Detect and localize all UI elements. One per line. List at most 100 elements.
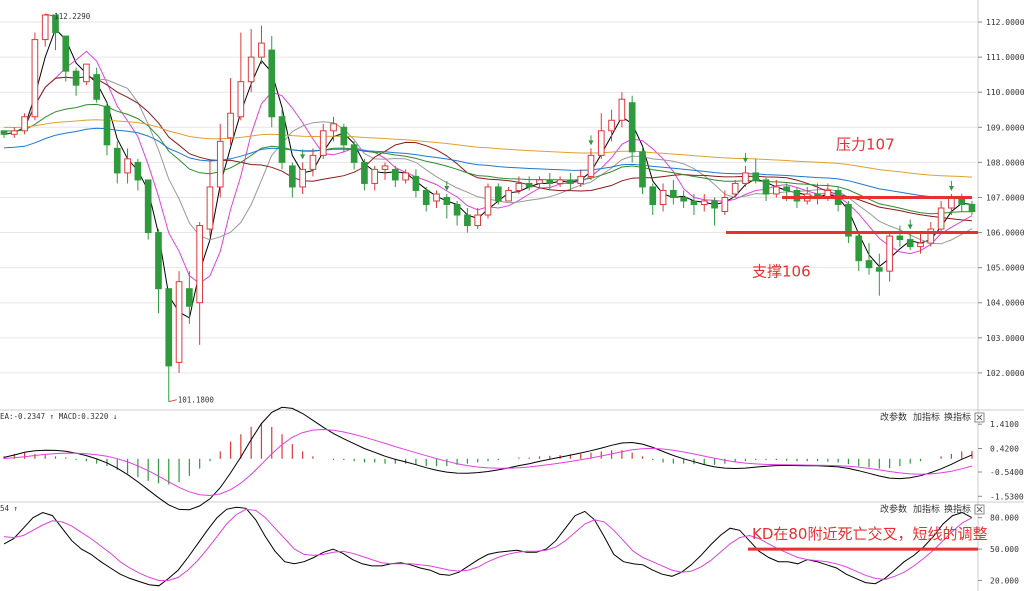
candle-body — [968, 203, 976, 213]
candle-body — [793, 189, 801, 202]
kd-d-line — [3, 508, 973, 581]
price-tick-label: 110.0000 — [986, 88, 1024, 97]
panel-frames — [0, 0, 1024, 591]
price-tick-label: 102.0000 — [986, 369, 1024, 378]
macd-edit-params-button[interactable]: 改参数 — [880, 411, 907, 423]
candle-body — [505, 189, 512, 202]
signal-arrow — [948, 185, 954, 191]
candle-body — [165, 288, 173, 367]
candle-body — [227, 112, 234, 139]
candle-body — [680, 196, 687, 202]
candle-body — [762, 179, 770, 195]
kd-switch-indicator-button[interactable]: 换指标 — [944, 503, 971, 515]
candle-body — [361, 161, 368, 184]
candle-body — [155, 232, 162, 290]
candle-body — [875, 267, 883, 272]
candle-body — [711, 200, 718, 209]
candle-body — [659, 189, 667, 205]
candle-body — [855, 235, 863, 262]
macd-dif-line — [3, 406, 973, 511]
candle-body — [319, 130, 327, 156]
moving-averages — [3, 28, 973, 319]
candle-body — [948, 196, 955, 209]
candle-body — [422, 189, 430, 205]
candle-body — [330, 123, 337, 132]
resistance-label: 压力107 — [836, 135, 895, 153]
low-pointer — [168, 399, 177, 403]
candle-body — [0, 130, 8, 135]
candle-body — [196, 225, 203, 304]
candle-body — [494, 186, 502, 202]
candle-body — [402, 172, 409, 181]
candle-body — [587, 154, 595, 177]
kd-close-icon[interactable] — [974, 504, 985, 515]
candle-body — [206, 186, 214, 230]
macd-tick-label: -1.5300 — [990, 492, 1024, 501]
candle-body — [917, 242, 924, 248]
candle-body — [783, 186, 790, 191]
macd-header: EA:-0.2347 ↑ MACD:0.3220 ↓ — [0, 412, 117, 421]
price-tick-label: 105.0000 — [986, 264, 1024, 273]
kd-edit-params-button[interactable]: 改参数 — [880, 503, 907, 515]
high-price-label: 112.2290 — [54, 12, 91, 21]
kd-tick-label: 50.000 — [990, 545, 1019, 554]
support-label: 支撑106 — [752, 263, 811, 281]
candle-body — [700, 200, 708, 205]
candle-body — [412, 175, 420, 191]
candle-body — [299, 168, 306, 188]
candle-body — [752, 172, 760, 181]
candle-body — [144, 179, 152, 234]
candle-body — [690, 200, 698, 205]
candle-body — [309, 154, 317, 170]
low-price-label: 101.1800 — [178, 396, 215, 405]
price-tick-label: 109.0000 — [986, 123, 1024, 132]
candle-body — [443, 196, 451, 205]
candle-body — [536, 179, 543, 184]
candle-body — [649, 186, 657, 205]
candle-body — [453, 203, 461, 216]
candle-body — [577, 175, 585, 184]
candle-body — [350, 144, 358, 163]
macd-panel: 1.4100 0.4200 -0.5400 -1.5300 — [3, 406, 1024, 511]
candle-body — [10, 130, 18, 135]
candle-body — [216, 140, 224, 188]
candle-body — [247, 56, 255, 83]
candle-body — [103, 105, 111, 146]
macd-add-indicator-button[interactable]: 加指标 — [913, 411, 940, 423]
candle-body — [484, 186, 492, 216]
candle-body — [93, 74, 101, 100]
candle-body — [865, 260, 873, 269]
candle-body — [608, 119, 615, 132]
chart-window: 112.0000 111.0000 110.0000 109.0000 108.0000… — [0, 0, 1024, 591]
price-tick-label: 108.0000 — [986, 158, 1024, 167]
candle-body — [340, 126, 348, 146]
candle-body — [433, 193, 440, 202]
candle-body — [258, 42, 265, 58]
macd-tick-label: 1.4100 — [990, 420, 1019, 429]
candle-body — [597, 130, 605, 156]
candle-body — [896, 235, 904, 241]
price-tick-label: 112.0000 — [986, 18, 1024, 27]
macd-close-icon[interactable] — [974, 412, 985, 423]
candle-body — [391, 168, 399, 181]
price-tick-label: 107.0000 — [986, 193, 1024, 202]
candle-body — [31, 39, 39, 118]
candle-body — [175, 281, 183, 363]
kd-tick-label: 20.000 — [990, 577, 1019, 586]
candle-body — [567, 179, 574, 184]
price-tick-label: 103.0000 — [986, 334, 1024, 343]
candle-body — [906, 239, 914, 248]
candle-body — [886, 235, 893, 272]
candle-body — [618, 98, 626, 121]
macd-switch-indicator-button[interactable]: 换指标 — [944, 411, 971, 423]
candle-body — [464, 214, 471, 227]
candle-body — [62, 35, 70, 72]
candle-body — [546, 179, 554, 184]
candle-body — [556, 179, 564, 184]
candle-body — [41, 14, 49, 41]
candle-body — [278, 116, 286, 163]
candle-body — [721, 196, 729, 213]
kd-add-indicator-button[interactable]: 加指标 — [913, 503, 940, 515]
ma-mid-line — [3, 50, 973, 285]
signal-arrow — [907, 224, 913, 230]
